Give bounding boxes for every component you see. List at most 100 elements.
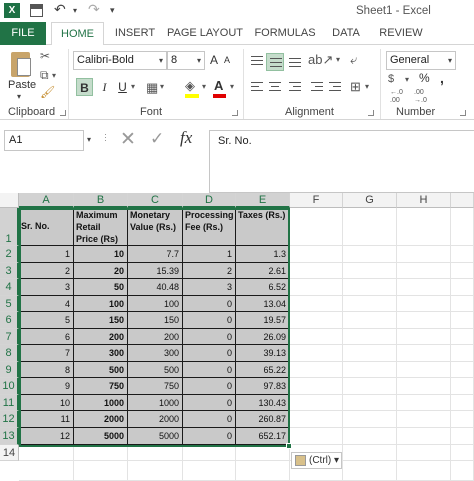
table-cell[interactable] [343,296,397,312]
row-header[interactable]: 14 [0,445,19,461]
table-cell[interactable]: 0 [183,345,236,362]
table-cell[interactable] [290,362,343,378]
table-cell[interactable] [397,362,451,378]
table-cell[interactable]: 200 [128,329,183,345]
row-header[interactable]: 1 [0,208,19,246]
table-cell[interactable] [343,362,397,378]
table-cell[interactable]: 50 [74,279,128,296]
enter-check-icon[interactable]: ✓ [150,129,164,149]
fill-color-icon[interactable]: ◈ [185,78,195,94]
row-header[interactable]: 10 [0,378,19,395]
column-header[interactable]: B [74,193,128,208]
table-cell[interactable]: 100 [74,296,128,312]
row-header[interactable]: 2 [0,246,19,263]
undo-icon[interactable]: ↶ [54,1,66,18]
table-cell[interactable] [290,208,343,246]
table-cell[interactable] [343,428,397,445]
shrink-font-icon[interactable]: A [224,55,230,65]
increase-decimal-icon[interactable]: ←.0 .00 [390,89,403,105]
alignment-launcher-icon[interactable] [368,110,374,116]
row-header[interactable]: 11 [0,395,19,411]
increase-indent-icon[interactable] [326,79,344,97]
row-header[interactable]: 7 [0,329,19,345]
table-cell[interactable] [343,263,397,279]
table-cell[interactable] [343,395,397,411]
table-cell[interactable] [397,312,451,329]
table-cell[interactable] [290,312,343,329]
table-cell[interactable]: 750 [128,378,183,395]
row-header[interactable]: 12 [0,411,19,428]
table-cell[interactable] [451,362,474,378]
table-cell[interactable]: 750 [74,378,128,395]
table-cell[interactable]: 1 [183,246,236,263]
bottom-align-icon[interactable] [286,53,304,71]
table-cell[interactable] [343,279,397,296]
header-cell[interactable]: Sr. No. [19,208,74,246]
table-cell[interactable] [451,312,474,329]
table-cell[interactable]: 8 [19,362,74,378]
table-cell[interactable] [451,208,474,246]
font-launcher-icon[interactable] [232,110,238,116]
table-cell[interactable] [19,461,74,481]
table-cell[interactable]: 10 [74,246,128,263]
table-cell[interactable]: 13.04 [236,296,290,312]
row-header[interactable]: 9 [0,362,19,378]
table-cell[interactable]: 130.43 [236,395,290,411]
tab-formulas[interactable]: FORMULAS [252,22,318,45]
table-cell[interactable] [290,428,343,445]
table-cell[interactable]: 19.57 [236,312,290,329]
percent-icon[interactable]: % [419,71,430,85]
tab-data[interactable]: DATA [326,22,366,45]
column-header[interactable]: A [19,193,74,208]
table-cell[interactable]: 7.7 [128,246,183,263]
table-cell[interactable] [451,395,474,411]
decrease-indent-icon[interactable] [308,79,326,97]
merge-dropdown-icon[interactable]: ▾ [365,82,369,91]
number-format-select[interactable]: General ▾ [386,51,456,70]
table-cell[interactable] [397,279,451,296]
customize-toolbar-icon[interactable]: ▾ [110,5,115,16]
table-cell[interactable]: 1000 [74,395,128,411]
table-cell[interactable]: 39.13 [236,345,290,362]
cut-icon[interactable]: ✂ [40,49,50,63]
table-cell[interactable] [451,246,474,263]
table-cell[interactable]: 0 [183,312,236,329]
grow-font-icon[interactable]: A [210,53,218,67]
font-color-dropdown-icon[interactable]: ▾ [230,82,234,91]
header-cell[interactable]: Processing Fee (Rs.) [183,208,236,246]
formula-bar-grip-icon[interactable]: ⋯ [101,133,111,142]
table-cell[interactable] [451,428,474,445]
name-box-dropdown-icon[interactable]: ▾ [87,135,91,144]
table-cell[interactable]: 40.48 [128,279,183,296]
tab-file[interactable]: FILE [0,22,46,45]
row-header[interactable]: 4 [0,279,19,296]
italic-button[interactable]: I [96,78,113,96]
table-cell[interactable] [290,246,343,263]
redo-icon[interactable]: ↷ [88,1,100,18]
copy-icon[interactable]: ⧉ [40,68,49,83]
row-header[interactable]: 3 [0,263,19,279]
underline-button[interactable]: U [114,78,131,96]
column-header[interactable]: C [128,193,183,208]
table-cell[interactable] [397,445,451,461]
table-cell[interactable] [290,378,343,395]
tab-review[interactable]: REVIEW [374,22,428,45]
column-header[interactable]: H [397,193,451,208]
bold-button[interactable]: B [76,78,93,96]
table-cell[interactable]: 11 [19,411,74,428]
clipboard-launcher-icon[interactable] [60,110,66,116]
column-header[interactable]: G [343,193,397,208]
table-cell[interactable]: 26.09 [236,329,290,345]
merge-center-icon[interactable]: ⊞ [350,79,361,95]
table-cell[interactable]: 4 [19,296,74,312]
fill-handle[interactable] [286,443,292,449]
table-cell[interactable]: 2.61 [236,263,290,279]
table-cell[interactable] [236,445,290,461]
table-cell[interactable]: 20 [74,263,128,279]
column-header[interactable]: F [290,193,343,208]
table-cell[interactable] [397,428,451,445]
table-cell[interactable]: 9 [19,378,74,395]
middle-align-icon[interactable] [266,53,284,71]
orientation-dropdown-icon[interactable]: ▾ [336,55,340,64]
table-cell[interactable] [451,461,474,481]
